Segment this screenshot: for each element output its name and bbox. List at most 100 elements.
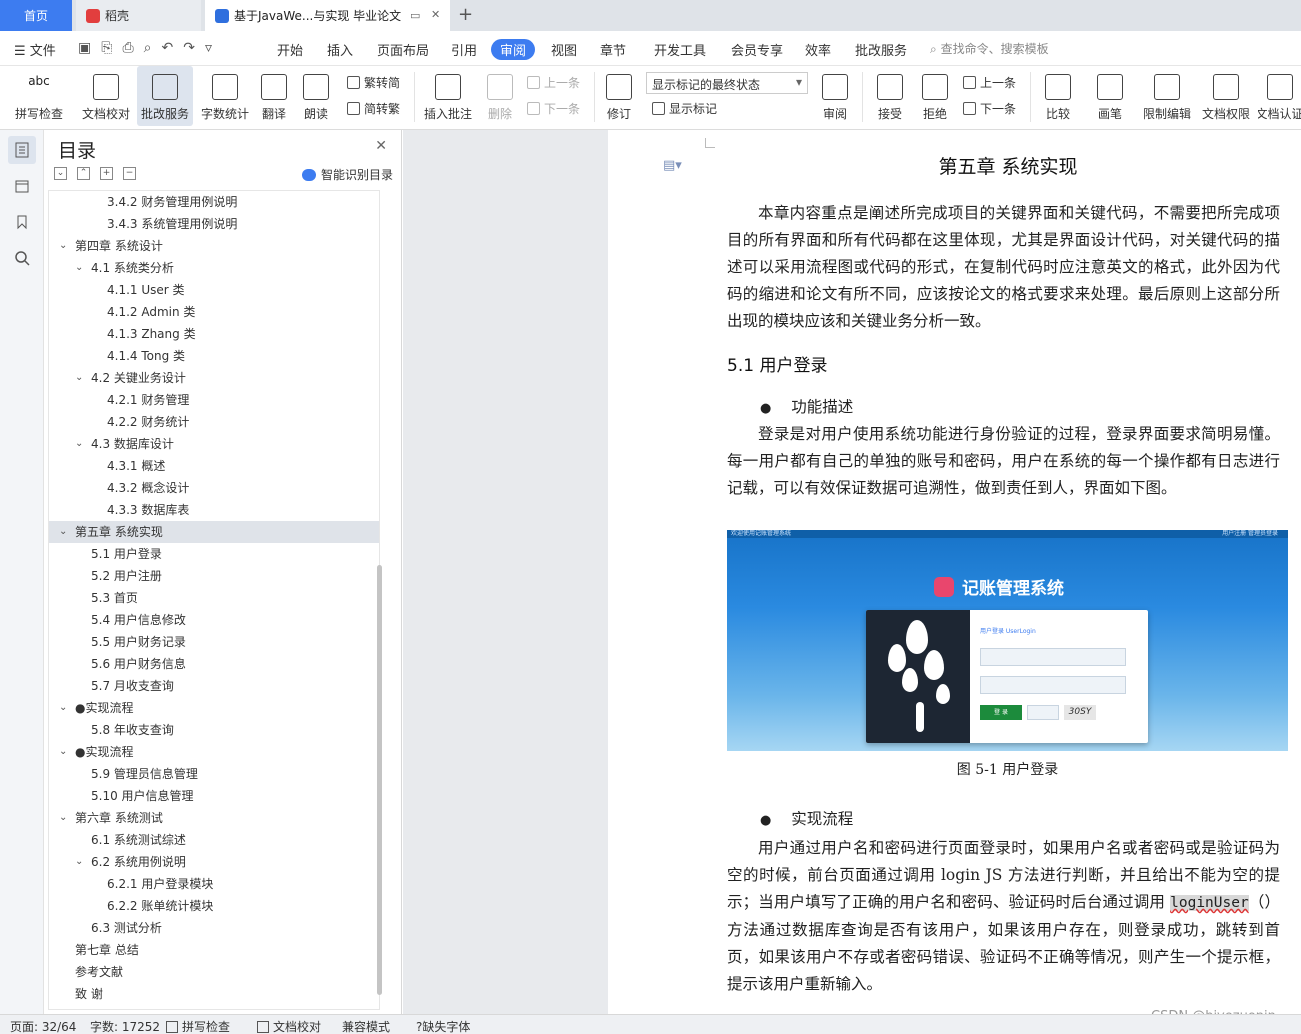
toc-item[interactable]: 6.2.2 账单统计模块 — [49, 895, 379, 917]
reject-button[interactable]: 拒绝 — [915, 66, 955, 126]
redo-icon[interactable]: ↷ — [183, 40, 195, 56]
toc-item[interactable]: 4.2.2 财务统计 — [49, 411, 379, 433]
word-count-button[interactable]: 字数统计 — [197, 66, 253, 126]
pin-icon[interactable]: ▭ — [410, 9, 420, 22]
statusbar-proof[interactable]: 文档校对 — [257, 1018, 321, 1034]
statusbar-spellcheck[interactable]: 拼写检查 — [166, 1018, 230, 1034]
print-preview-icon[interactable]: ⌕ — [144, 40, 152, 56]
next-comment-button[interactable]: 下一条 — [527, 100, 580, 117]
restrict-edit-button[interactable]: 限制编辑 — [1140, 66, 1194, 126]
insert-comment-button[interactable]: 插入批注 — [420, 66, 476, 126]
menu-chapter[interactable]: 章节 — [600, 40, 626, 59]
chevron-down-icon[interactable]: ⌄ — [75, 433, 83, 455]
toc-item[interactable]: ⌄ 第四章 系统设计 — [49, 235, 379, 257]
chevron-down-icon[interactable]: ⌄ — [75, 851, 83, 873]
toc-item[interactable]: 6.3 测试分析 — [49, 917, 379, 939]
toc-item[interactable]: 5.3 首页 — [49, 587, 379, 609]
tab-document[interactable]: 基于JavaWe...与实现 毕业论文 ▭ ✕ — [205, 0, 450, 31]
chevron-down-icon[interactable]: ⌄ — [59, 741, 67, 763]
toc-item[interactable]: ⌄ ●实现流程 — [49, 741, 379, 763]
word-count-indicator[interactable]: 字数: 17252 — [90, 1018, 160, 1034]
doc-cert-button[interactable]: 文档认证 — [1258, 66, 1301, 126]
menu-review-service[interactable]: 批改服务 — [855, 40, 907, 59]
toc-panel-icon[interactable] — [8, 136, 36, 164]
toc-item[interactable]: 5.1 用户登录 — [49, 543, 379, 565]
track-changes-button[interactable]: 修订 — [600, 66, 638, 126]
toc-item[interactable]: 4.1.1 User 类 — [49, 279, 379, 301]
simp-to-trad-button[interactable]: 简转繁 — [347, 100, 400, 117]
chapter-nav-icon[interactable] — [8, 172, 36, 200]
menu-view[interactable]: 视图 — [551, 40, 577, 59]
chevron-down-icon[interactable]: ⌄ — [75, 367, 83, 389]
smart-toc-button[interactable]: 智能识别目录 — [302, 166, 393, 183]
close-tab-icon[interactable]: ✕ — [431, 8, 440, 21]
markup-state-select[interactable]: 显示标记的最终状态 — [646, 72, 808, 94]
toc-item[interactable]: ⌄ ●实现流程 — [49, 697, 379, 719]
collapse-all-icon[interactable]: ⌄ — [54, 167, 67, 180]
print-icon[interactable]: ⎙ — [122, 40, 133, 56]
new-tab-icon[interactable]: + — [458, 4, 473, 25]
prev-comment-button[interactable]: 上一条 — [527, 74, 580, 91]
bookmark-icon[interactable] — [8, 208, 36, 236]
trad-to-simp-button[interactable]: 繁转简 — [347, 74, 400, 91]
chevron-down-icon[interactable]: ⌄ — [59, 521, 67, 543]
toc-item[interactable]: 4.3.2 概念设计 — [49, 477, 379, 499]
toc-item[interactable]: 5.9 管理员信息管理 — [49, 763, 379, 785]
translate-button[interactable]: 翻译 — [256, 66, 292, 126]
command-search[interactable]: ⌕ 查找命令、搜索模板 — [930, 40, 1049, 57]
toc-item[interactable]: 4.1.3 Zhang 类 — [49, 323, 379, 345]
toc-item[interactable]: 5.10 用户信息管理 — [49, 785, 379, 807]
menu-page-layout[interactable]: 页面布局 — [377, 40, 429, 59]
toc-item[interactable]: 3.4.2 财务管理用例说明 — [49, 191, 379, 213]
prev-change-button[interactable]: 上一条 — [963, 74, 1016, 91]
toc-item[interactable]: 4.3.3 数据库表 — [49, 499, 379, 521]
file-menu[interactable]: ☰ 文件 — [14, 40, 56, 59]
toc-item[interactable]: 6.1 系统测试综述 — [49, 829, 379, 851]
toc-item[interactable]: 4.3.1 概述 — [49, 455, 379, 477]
accept-button[interactable]: 接受 — [870, 66, 910, 126]
tab-home[interactable]: 首页 — [0, 0, 72, 31]
compare-button[interactable]: 比较 — [1038, 66, 1078, 126]
toc-item[interactable]: 参考文献 — [49, 961, 379, 983]
export-pdf-icon[interactable]: ⎘ — [101, 40, 112, 56]
toc-scrollbar[interactable] — [377, 565, 382, 995]
toc-item[interactable]: ⌄ 第六章 系统测试 — [49, 807, 379, 829]
toc-item[interactable]: 5.7 月收支查询 — [49, 675, 379, 697]
doc-proof-button[interactable]: 文档校对 — [78, 66, 134, 126]
customize-dropdown-icon[interactable]: ▿ — [205, 40, 212, 56]
toc-item[interactable]: 第七章 总结 — [49, 939, 379, 961]
undo-icon[interactable]: ↶ — [161, 40, 173, 56]
toc-item[interactable]: 4.1.2 Admin 类 — [49, 301, 379, 323]
review-pane-button[interactable]: 审阅 — [815, 66, 855, 126]
doc-permission-button[interactable]: 文档权限 — [1199, 66, 1253, 126]
toc-item[interactable]: ⌄ 4.1 系统类分析 — [49, 257, 379, 279]
toc-item[interactable]: 5.2 用户注册 — [49, 565, 379, 587]
toc-item[interactable]: 5.4 用户信息修改 — [49, 609, 379, 631]
toc-item[interactable]: 6.2.1 用户登录模块 — [49, 873, 379, 895]
ink-button[interactable]: 画笔 — [1090, 66, 1130, 126]
close-toc-icon[interactable]: ✕ — [375, 138, 387, 154]
show-markup-button[interactable]: 显示标记 — [652, 100, 717, 117]
menu-references[interactable]: 引用 — [451, 40, 477, 59]
save-icon[interactable]: ▣ — [78, 40, 91, 56]
page-indicator[interactable]: 页面: 32/64 — [10, 1018, 76, 1034]
menu-member[interactable]: 会员专享 — [731, 40, 783, 59]
expand-up-icon[interactable]: ⌃ — [77, 167, 90, 180]
toc-item[interactable]: 5.5 用户财务记录 — [49, 631, 379, 653]
menu-efficiency[interactable]: 效率 — [805, 40, 831, 59]
delete-comment-button[interactable]: 删除 — [480, 66, 520, 126]
toc-item[interactable]: ⌄ 第五章 系统实现 — [49, 521, 379, 543]
menu-start[interactable]: 开始 — [277, 40, 303, 59]
menu-developer[interactable]: 开发工具 — [654, 40, 706, 59]
toc-item[interactable]: 5.6 用户财务信息 — [49, 653, 379, 675]
add-heading-icon[interactable]: + — [100, 167, 113, 180]
remove-heading-icon[interactable]: − — [123, 167, 136, 180]
toc-item[interactable]: 5.8 年收支查询 — [49, 719, 379, 741]
chevron-down-icon[interactable]: ⌄ — [75, 257, 83, 279]
spellcheck-button[interactable]: abc 拼写检查 — [6, 66, 72, 126]
toc-item[interactable]: ⌄ 4.3 数据库设计 — [49, 433, 379, 455]
toc-item[interactable]: 致 谢 — [49, 983, 379, 1005]
menu-review[interactable]: 审阅 — [491, 39, 536, 60]
chevron-down-icon[interactable]: ⌄ — [59, 807, 67, 829]
review-service-button[interactable]: 批改服务 — [137, 66, 193, 126]
